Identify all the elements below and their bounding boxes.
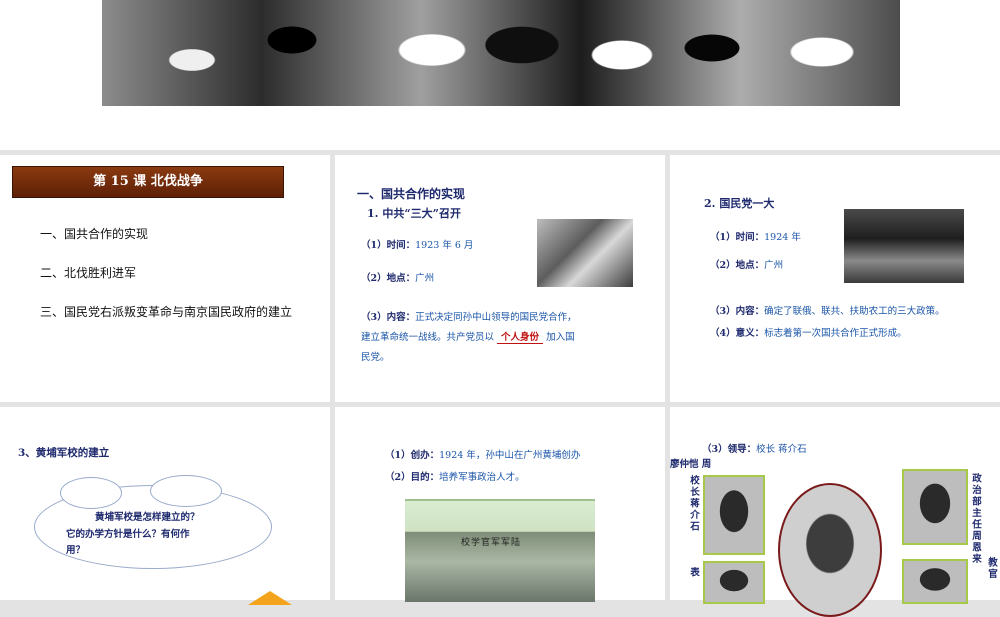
content-line-2b: 加入国 — [546, 332, 575, 343]
slide-thumbnail-2[interactable]: 一、国共合作的实现 1. 中共“三大”召开 （1）时间：1923 年 6 月 （… — [335, 155, 665, 402]
place-label: （2）地点： — [710, 260, 765, 271]
cloud-bump — [150, 475, 222, 507]
right-caption: 政治部主任周恩来 — [970, 473, 981, 565]
time-value: 1923 年 6 月 — [415, 240, 474, 251]
congress-photo — [844, 209, 964, 283]
content-label: （3）内容： — [710, 306, 765, 317]
leaders-value-2: 廖仲恺 周 — [670, 459, 712, 470]
right-caption-2: 教官 — [986, 557, 997, 580]
time-label: （1）时间： — [710, 232, 765, 243]
lesson-title-banner: 第 15 课 北伐战争 — [12, 166, 284, 198]
question-line-1: 黄埔军校是怎样建立的？ — [95, 512, 200, 523]
historical-photo — [102, 0, 900, 106]
section-heading: 一、国共合作的实现 — [357, 187, 466, 201]
content-label: （3）内容： — [361, 312, 416, 323]
cloud-bump — [60, 477, 122, 509]
portrait-liao — [703, 561, 765, 604]
time-value: 1924 年 — [764, 232, 801, 243]
content-line-1: 正式决定同孙中山领导的国民党合作， — [415, 312, 577, 323]
slide-thumbnail-6[interactable]: （3）领导：校长 蒋介石 廖仲恺 周 校长蒋介石 党代表 政治部主任周恩来 教官 — [670, 407, 1000, 617]
subheading: 1. 中共“三大”召开 — [367, 207, 461, 220]
slide-thumbnail-1[interactable]: 第 15 课 北伐战争 一、国共合作的实现 二、北伐胜利进军 三、国民党右派叛变… — [0, 155, 330, 402]
content-line-2: 建立革命统一战线。共产党员以 — [361, 332, 495, 343]
founding-label: （1）创办： — [385, 450, 440, 461]
place-label: （2）地点： — [361, 273, 416, 284]
top-slide-strip — [0, 0, 1000, 150]
leaders-label: （3）领导： — [702, 444, 757, 455]
toc-item-1: 一、国共合作的实现 — [40, 227, 149, 241]
portrait-chiang — [703, 475, 765, 555]
toc-item-2: 二、北伐胜利进军 — [40, 266, 137, 280]
time-label: （1）时间： — [361, 240, 416, 251]
toc-item-3: 三、国民党右派叛变革命与南京国民政府的建立 — [40, 305, 293, 319]
content-value: 确定了联俄、联共、扶助农工的三大政策。 — [764, 306, 945, 317]
left-caption-1: 校长蒋介石 — [688, 475, 699, 533]
answer-blank: 个人身份 — [497, 332, 544, 344]
place-value: 广州 — [764, 260, 784, 271]
place-value: 广州 — [415, 273, 435, 284]
question-line-3: 用？ — [66, 545, 86, 556]
section-heading: 2. 国民党一大 — [704, 197, 775, 210]
purpose-value: 培养军事政治人才。 — [439, 472, 525, 483]
portrait-zhou — [902, 469, 968, 545]
slide-thumbnail-3[interactable]: 2. 国民党一大 （1）时间：1924 年 （2）地点：广州 （3）内容：确定了… — [670, 155, 1000, 402]
gate-sign: 校学官军军陆 — [461, 538, 522, 548]
purpose-label: （2）目的： — [385, 472, 440, 483]
meaning-label: （4）意义： — [710, 328, 765, 339]
whampoa-gate-photo: 校学官军军陆 — [405, 499, 595, 602]
founding-value: 1924 年，孙中山在广州黄埔创办 — [439, 450, 581, 461]
section-heading: 3、黄埔军校的建立 — [18, 447, 110, 459]
arrow-shape-icon — [248, 591, 292, 605]
portrait-sun-yatsen — [778, 483, 882, 617]
question-line-2: 它的办学方针是什么？有何作 — [66, 529, 190, 540]
slide-thumbnail-5[interactable]: （1）创办：1924 年，孙中山在广州黄埔创办 （2）目的：培养军事政治人才。 … — [335, 407, 665, 602]
slide-thumbnail-4[interactable]: 3、黄埔军校的建立 黄埔军校是怎样建立的？ 它的办学方针是什么？有何作 用？ — [0, 407, 330, 605]
building-photo — [537, 219, 633, 287]
meaning-value: 标志着第一次国共合作正式形成。 — [764, 328, 907, 339]
leaders-value: 校长 蒋介石 — [756, 444, 807, 455]
content-line-3: 民党。 — [361, 352, 390, 363]
portrait-instructor — [902, 559, 968, 604]
